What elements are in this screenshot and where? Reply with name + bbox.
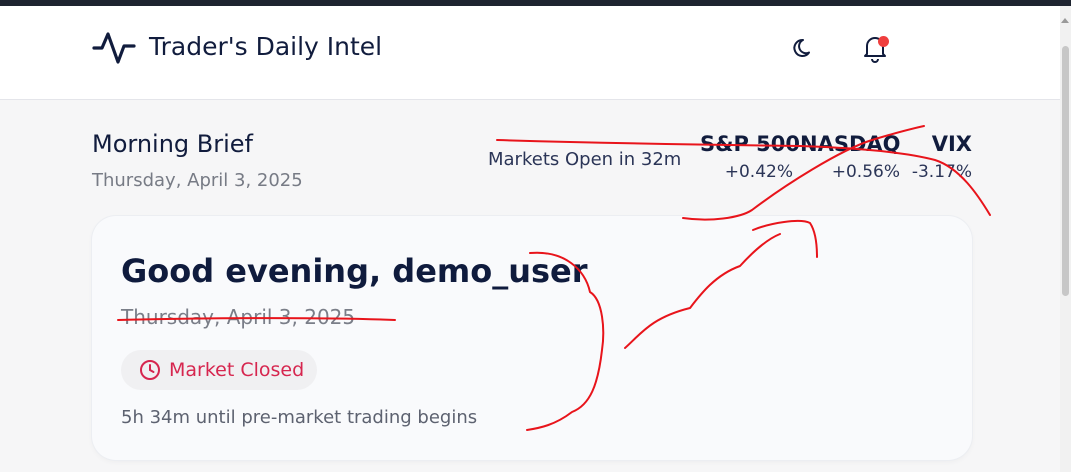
brief-date: Thursday, April 3, 2025 <box>92 170 303 191</box>
market-open-countdown: Markets Open in 32m <box>488 149 682 170</box>
index-vix: VIX -3.17% <box>905 132 972 182</box>
index-name: VIX <box>931 132 972 156</box>
clock-icon <box>140 360 160 380</box>
index-nasdaq: NASDAQ +0.56% <box>800 132 901 182</box>
index-change: +0.42% <box>724 162 793 182</box>
market-status-label: Market Closed <box>169 359 305 381</box>
scroll-up-arrow[interactable] <box>1061 18 1069 23</box>
greeting-date: Thursday, April 3, 2025 <box>121 305 356 329</box>
greeting-heading: Good evening, demo_user <box>121 252 588 290</box>
index-name: NASDAQ <box>800 132 901 156</box>
index-sp500: S&P 500 +0.42% <box>700 132 800 182</box>
scrollbar[interactable] <box>1060 6 1071 472</box>
market-status-badge: Market Closed <box>121 350 317 390</box>
index-name: S&P 500 <box>700 132 800 156</box>
app-title[interactable]: Trader's Daily Intel <box>149 32 382 61</box>
brief-title: Morning Brief <box>92 130 254 158</box>
index-change: +0.56% <box>831 162 900 182</box>
index-change: -3.17% <box>911 162 972 182</box>
premarket-countdown: 5h 34m until pre-market trading begins <box>121 407 478 428</box>
notification-dot <box>878 36 889 47</box>
activity-pulse-icon <box>92 32 136 64</box>
moon-icon[interactable] <box>792 35 818 61</box>
scrollbar-thumb[interactable] <box>1062 46 1069 296</box>
